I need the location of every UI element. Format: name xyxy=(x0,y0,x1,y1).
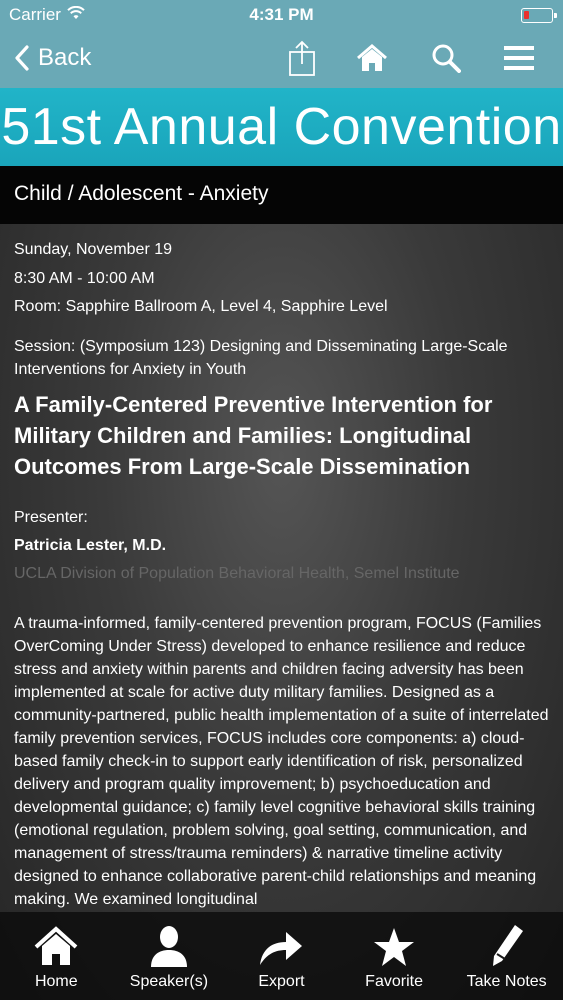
menu-icon[interactable] xyxy=(499,38,539,78)
tab-take-notes[interactable]: Take Notes xyxy=(450,912,563,1000)
home-icon xyxy=(34,926,78,965)
tab-home[interactable]: Home xyxy=(0,912,113,1000)
event-time: 8:30 AM - 10:00 AM xyxy=(14,269,155,287)
event-room: Room: Sapphire Ballroom A, Level 4, Sapp… xyxy=(14,298,388,315)
banner-title: 51st Annual Convention xyxy=(1,98,562,156)
home-icon[interactable] xyxy=(352,38,392,78)
event-date: Sunday, November 19 xyxy=(14,241,173,258)
abstract-text: A trauma-informed, family-centered preve… xyxy=(14,614,549,908)
section-header: Child / Adolescent - Anxiety xyxy=(0,166,563,224)
share-icon[interactable] xyxy=(282,38,322,78)
convention-banner: 51st Annual Convention xyxy=(0,88,563,166)
top-bar: Carrier 4:31 PM Back xyxy=(0,0,563,88)
section-title: Child / Adolescent - Anxiety xyxy=(14,182,269,205)
session-info: Session: (Symposium 123) Designing and D… xyxy=(14,337,508,378)
clock: 4:31 PM xyxy=(249,5,314,24)
back-button[interactable]: Back xyxy=(14,40,91,76)
tab-bar: Home Speaker(s) Export Favorite Take Not… xyxy=(0,912,563,1000)
battery-icon xyxy=(521,8,557,23)
tab-favorite-label: Favorite xyxy=(365,973,423,990)
presenter-label: Presenter: xyxy=(14,508,88,526)
chevron-left-icon xyxy=(15,45,29,71)
tab-export[interactable]: Export xyxy=(225,912,338,1000)
tab-speakers-label: Speaker(s) xyxy=(129,973,209,990)
nav-bar: Back xyxy=(0,30,563,88)
back-label: Back xyxy=(38,44,92,71)
person-icon xyxy=(150,926,187,967)
presenter-name[interactable]: Patricia Lester, M.D. xyxy=(14,537,549,555)
talk-title: A Family-Centered Preventive Interventio… xyxy=(14,391,493,479)
status-bar: Carrier 4:31 PM xyxy=(0,0,563,30)
pencil-icon xyxy=(492,925,523,966)
star-icon xyxy=(374,928,415,966)
tab-speakers[interactable]: Speaker(s) xyxy=(113,912,226,1000)
presenter-affiliation: UCLA Division of Population Behavioral H… xyxy=(14,564,460,582)
event-detail[interactable]: Sunday, November 19 8:30 AM - 10:00 AM R… xyxy=(0,224,563,1000)
tab-notes-label: Take Notes xyxy=(466,973,547,990)
tab-favorite[interactable]: Favorite xyxy=(338,912,451,1000)
search-icon[interactable] xyxy=(426,38,466,78)
tab-export-label: Export xyxy=(258,973,305,990)
tab-home-label: Home xyxy=(34,973,78,990)
export-arrow-icon xyxy=(260,932,303,965)
